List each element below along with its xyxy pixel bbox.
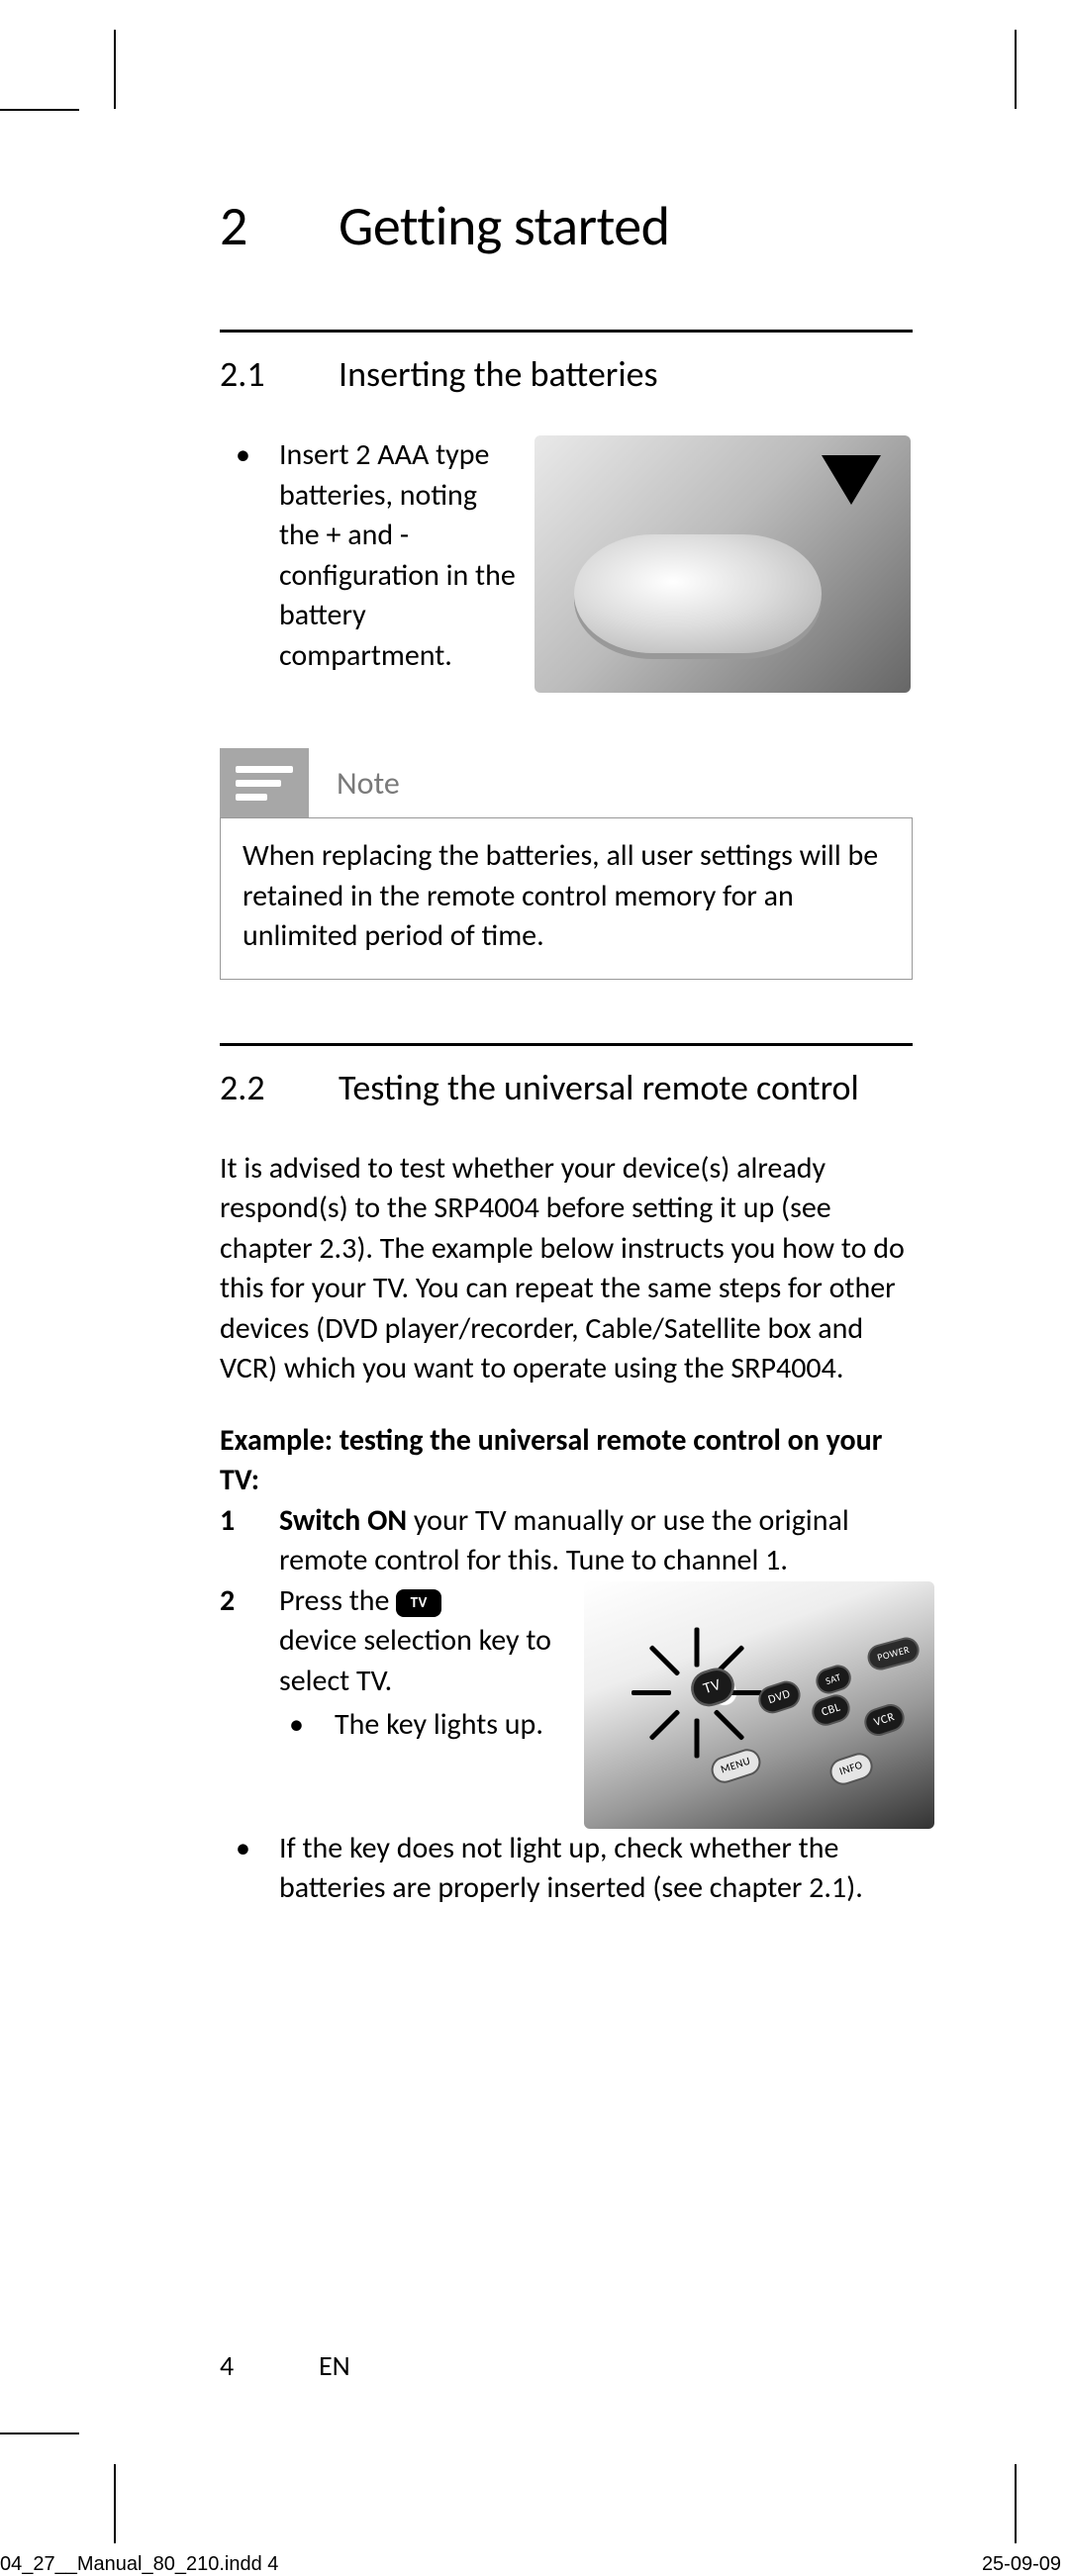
step2-sub-bullet: The key lights up. bbox=[335, 1705, 543, 1746]
indesign-slug: 04_27__Manual_80_210.indd 4 25-09-09 bbox=[0, 2553, 1069, 2576]
page-footer: 4 EN bbox=[220, 2348, 350, 2383]
example-lead: Example: testing the universal remote co… bbox=[220, 1421, 913, 1501]
crop-mark bbox=[0, 109, 79, 111]
section-title: Inserting the batteries bbox=[339, 354, 658, 395]
section-rule bbox=[220, 1043, 913, 1046]
note-text: When replacing the batteries, all user s… bbox=[220, 817, 913, 980]
crop-mark bbox=[114, 2464, 116, 2543]
step-1: 1 Switch ON your TV manually or use the … bbox=[220, 1501, 913, 1581]
remote-label-power: POWER bbox=[867, 1636, 920, 1670]
bullet-mark: • bbox=[279, 1705, 335, 1746]
note-block: Note When replacing the batteries, all u… bbox=[220, 748, 913, 980]
step2-line1a: Press the bbox=[279, 1582, 396, 1619]
slug-date: 25-09-09 bbox=[982, 2553, 1061, 2576]
section-number: 2.1 bbox=[220, 352, 339, 396]
section-intro: It is advised to test whether your devic… bbox=[220, 1149, 913, 1389]
chapter-heading: 2 Getting started bbox=[220, 193, 913, 260]
remote-key-vcr: VCR bbox=[863, 1702, 906, 1736]
bullet-mark: • bbox=[220, 435, 279, 676]
remote-key-info: INFO bbox=[828, 1752, 873, 1785]
battery-compartment-illustration bbox=[534, 435, 911, 693]
section-title: Testing the universal remote control bbox=[339, 1068, 859, 1108]
crop-mark bbox=[114, 30, 116, 109]
note-icon bbox=[220, 748, 309, 817]
step2-outer-bullet: If the key does not light up, check whet… bbox=[279, 1829, 934, 1909]
bullet-mark: • bbox=[220, 1829, 279, 1909]
crop-mark bbox=[1015, 30, 1017, 109]
section-heading: 2.1 Inserting the batteries bbox=[220, 352, 913, 396]
remote-key-menu: MENU bbox=[711, 1748, 762, 1783]
step-number: 1 bbox=[220, 1501, 279, 1581]
remote-key-cbl: CBL bbox=[811, 1693, 851, 1727]
battery-instruction-text: Insert 2 AAA type batteries, noting the … bbox=[279, 435, 517, 676]
crop-mark bbox=[1015, 2464, 1017, 2543]
page-content: 2 Getting started 2.1 Inserting the batt… bbox=[220, 193, 913, 1909]
step1-strong: Switch ON bbox=[279, 1502, 407, 1539]
crop-mark bbox=[0, 2433, 79, 2434]
page-number: 4 bbox=[220, 2348, 319, 2383]
section-heading: 2.2 Testing the universal remote control bbox=[220, 1066, 913, 1109]
remote-key-dvd: DVD bbox=[757, 1679, 802, 1714]
step-2: 2 Press the TV device selection key to s… bbox=[220, 1581, 913, 1909]
chapter-title: Getting started bbox=[339, 193, 670, 260]
tv-key-icon: TV bbox=[396, 1589, 441, 1617]
section-number: 2.2 bbox=[220, 1066, 339, 1109]
note-label: Note bbox=[337, 764, 400, 803]
page-language: EN bbox=[319, 2348, 350, 2383]
chapter-number: 2 bbox=[220, 193, 339, 260]
remote-label-sat: SAT bbox=[815, 1664, 851, 1693]
step2-rest: device selection key to select TV. bbox=[279, 1621, 566, 1701]
section-rule bbox=[220, 330, 913, 333]
battery-instruction-block: • Insert 2 AAA type batteries, noting th… bbox=[220, 435, 913, 693]
remote-tv-key-illustration: TV DVD SAT CBL VCR POWER MENU INFO bbox=[584, 1581, 934, 1829]
slug-file: 04_27__Manual_80_210.indd 4 bbox=[0, 2553, 278, 2576]
